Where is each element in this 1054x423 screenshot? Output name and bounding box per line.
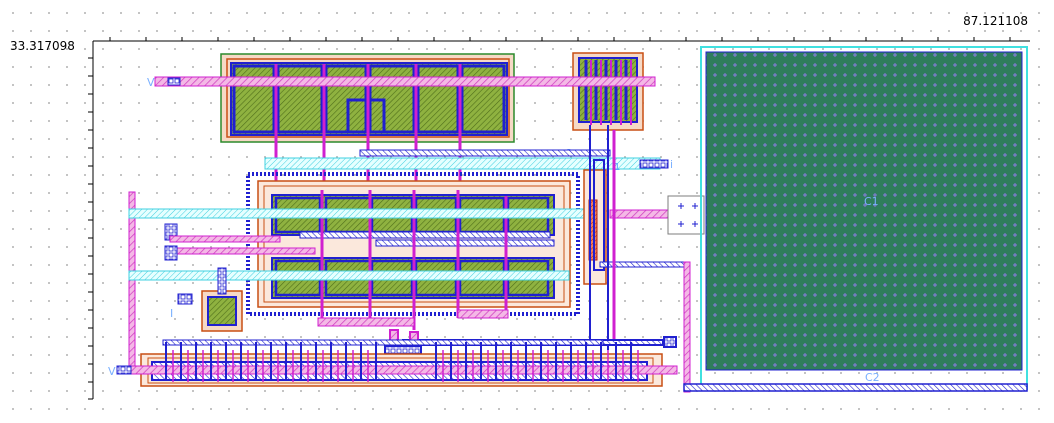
metal2-bus-top[interactable] [154, 76, 656, 87]
transistor-block-top-small[interactable] [572, 52, 644, 131]
transistor-block-top-left[interactable] [220, 53, 515, 190]
via-out-i [639, 159, 669, 169]
pin-label-v2: V [108, 365, 116, 378]
capacitor-c1[interactable]: C1 [700, 46, 1028, 390]
layout-drawing[interactable]: V 2 i 1 [0, 0, 1054, 423]
metal1-rail-top[interactable] [359, 149, 611, 157]
cap-label-c2: C2 [865, 371, 880, 384]
capacitor-c2-plate[interactable]: C2 [683, 371, 1028, 392]
pin-label-out-i: i [670, 158, 673, 171]
pin-label-v1: V [147, 76, 155, 89]
via-v1 [167, 77, 181, 86]
pin-label-i1: I [170, 307, 173, 320]
cap-label-c1: C1 [864, 195, 879, 208]
